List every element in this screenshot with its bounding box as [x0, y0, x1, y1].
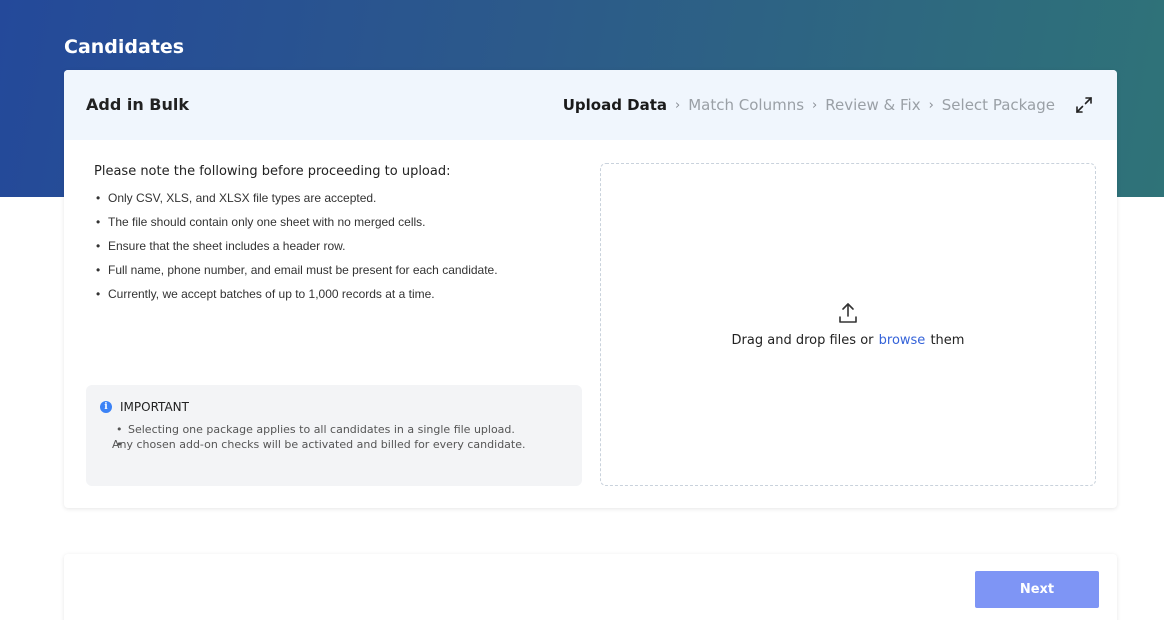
note-item: The file should contain only one sheet w… — [94, 215, 574, 230]
bulk-upload-card: Add in Bulk Upload Data › Match Columns … — [64, 70, 1117, 508]
important-notice: i IMPORTANT Selecting one package applie… — [86, 385, 582, 486]
dropzone-text: Drag and drop files or browse them — [732, 333, 965, 348]
step-upload-data: Upload Data — [562, 96, 668, 114]
expand-icon[interactable] — [1075, 96, 1093, 114]
note-item: Full name, phone number, and email must … — [94, 263, 574, 278]
note-item: Only CSV, XLS, and XLSX file types are a… — [94, 191, 574, 206]
important-header: i IMPORTANT — [100, 400, 568, 414]
stepper: Upload Data › Match Columns › Review & F… — [563, 96, 1055, 114]
step-review-fix: Review & Fix — [825, 96, 921, 114]
note-item: Ensure that the sheet includes a header … — [94, 239, 574, 254]
chevron-right-icon: › — [675, 97, 681, 113]
important-title: IMPORTANT — [120, 400, 189, 414]
chevron-right-icon: › — [928, 97, 934, 113]
dropzone-text-before: Drag and drop files or — [731, 333, 874, 348]
upload-notes: Please note the following before proceed… — [94, 164, 574, 311]
step-match-columns: Match Columns — [688, 96, 805, 114]
dropzone-text-after: them — [930, 333, 965, 348]
file-dropzone[interactable]: Drag and drop files or browse them — [600, 163, 1096, 486]
important-item: Any chosen add-on checks will be activat… — [100, 437, 568, 452]
browse-link[interactable]: browse — [879, 333, 926, 348]
card-header: Add in Bulk Upload Data › Match Columns … — [64, 70, 1117, 140]
notes-list: Only CSV, XLS, and XLSX file types are a… — [94, 191, 574, 302]
important-list: Selecting one package applies to all can… — [100, 422, 568, 452]
chevron-right-icon: › — [812, 97, 818, 113]
important-item: Selecting one package applies to all can… — [116, 422, 568, 437]
info-icon: i — [100, 401, 112, 413]
notes-heading: Please note the following before proceed… — [94, 164, 451, 179]
page-title: Candidates — [64, 36, 185, 58]
upload-icon — [839, 303, 857, 323]
card-title: Add in Bulk — [86, 95, 190, 114]
next-button[interactable]: Next — [975, 571, 1099, 608]
note-item: Currently, we accept batches of up to 1,… — [94, 287, 574, 302]
step-select-package: Select Package — [941, 96, 1055, 114]
footer-bar: Next — [64, 554, 1117, 620]
